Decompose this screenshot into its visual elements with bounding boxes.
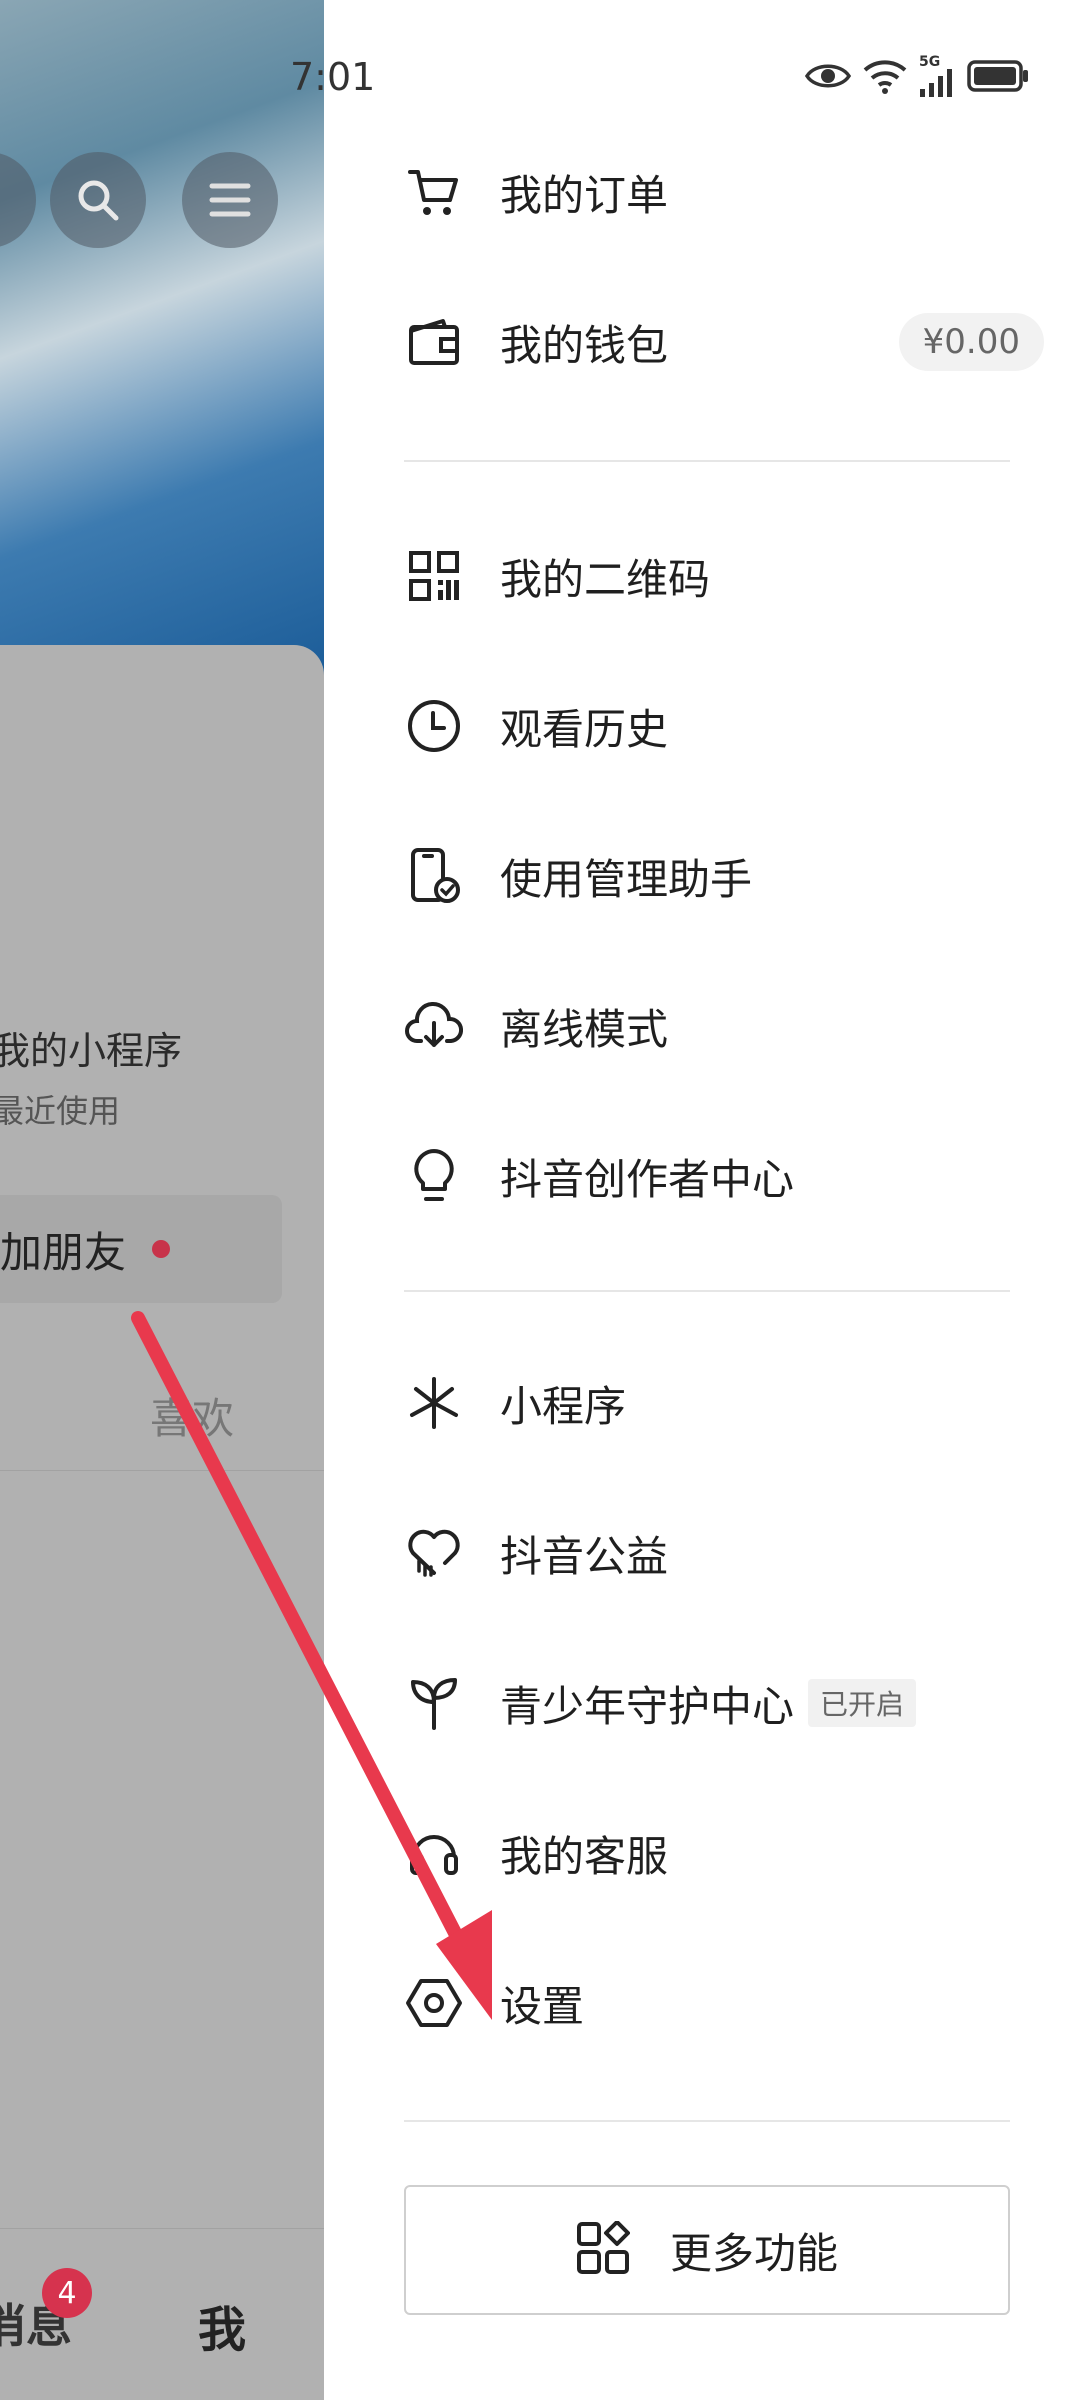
menu-item-youth-protection[interactable]: 青少年守护中心 已开启 [404, 1653, 1054, 1753]
headset-icon [404, 1823, 464, 1883]
qr-code-icon [404, 546, 464, 606]
section-divider [404, 2120, 1010, 2122]
status-icons: 5G [805, 55, 1029, 97]
add-friend-button[interactable]: 加朋友 [0, 1195, 282, 1303]
settings-hex-icon [404, 1973, 464, 2033]
menu-item-creator-center[interactable]: 抖音创作者中心 [404, 1126, 1054, 1226]
menu-button[interactable] [182, 152, 278, 248]
sprout-icon [404, 1673, 464, 1733]
menu-item-wallet[interactable]: 我的钱包 ¥0.00 [404, 292, 1054, 392]
tab-divider [0, 1470, 324, 1471]
menu-item-offline-mode[interactable]: 离线模式 [404, 976, 1054, 1076]
clock-icon [404, 696, 464, 756]
messages-badge: 4 [42, 2268, 92, 2318]
profile-background: 我的小程序 最近使用 加朋友 喜欢 消息 4 我 [0, 0, 324, 2400]
youth-mode-status-badge: 已开启 [808, 1679, 917, 1727]
mini-program-title[interactable]: 我的小程序 [0, 1020, 182, 1075]
signal-icon [920, 69, 952, 97]
menu-item-qr-code[interactable]: 我的二维码 [404, 526, 1054, 626]
eye-icon [805, 64, 851, 88]
grid-apps-icon [576, 2220, 630, 2279]
menu-icon [209, 183, 251, 217]
more-features-button[interactable]: 更多功能 [404, 2185, 1010, 2315]
notification-dot [152, 1240, 171, 1258]
heart-icon [404, 1523, 464, 1583]
menu-item-label: 抖音公益 [500, 1531, 669, 1581]
section-divider [404, 460, 1010, 462]
wallet-balance-badge: ¥0.00 [898, 313, 1044, 371]
cellular-signal: 5G [919, 55, 955, 97]
wallet-icon [404, 312, 464, 372]
status-time: 7:01 [290, 55, 376, 99]
menu-item-label: 小程序 [500, 1381, 627, 1431]
menu-item-charity[interactable]: 抖音公益 [404, 1503, 1054, 1603]
menu-item-label: 我的客服 [500, 1831, 669, 1881]
lightbulb-icon [404, 1146, 464, 1206]
network-type: 5G [919, 54, 941, 70]
more-features-label: 更多功能 [669, 2228, 838, 2278]
profile-banner [0, 0, 324, 680]
menu-item-label: 抖音创作者中心 [500, 1154, 795, 1204]
menu-item-mini-programs[interactable]: 小程序 [404, 1353, 1054, 1453]
menu-item-watch-history[interactable]: 观看历史 [404, 676, 1054, 776]
menu-item-orders[interactable]: 我的订单 [404, 142, 1054, 242]
menu-item-label: 观看历史 [500, 704, 669, 754]
bottom-nav-divider [0, 2228, 324, 2229]
cart-icon [404, 162, 464, 222]
phone-check-icon [404, 846, 464, 906]
add-friend-label: 加朋友 [0, 1227, 127, 1277]
menu-item-label: 青少年守护中心 [500, 1681, 795, 1731]
search-icon [78, 180, 119, 221]
menu-item-label: 我的二维码 [500, 554, 711, 604]
menu-item-customer-service[interactable]: 我的客服 [404, 1803, 1054, 1903]
cloud-download-icon [404, 996, 464, 1056]
search-button[interactable] [50, 152, 146, 248]
battery-icon [967, 60, 1028, 92]
side-drawer: 我的订单 我的钱包 ¥0.00 我的二维码 观看历史 使用管理助手 离线模式 抖… [324, 0, 1080, 2400]
menu-item-label: 我的订单 [500, 170, 669, 220]
mini-program-icon [404, 1373, 464, 1433]
tab-likes[interactable]: 喜欢 [150, 1385, 234, 1446]
menu-item-settings[interactable]: 设置 [404, 1953, 1054, 2053]
nav-me[interactable]: 我 [198, 2290, 246, 2360]
menu-item-label: 使用管理助手 [500, 854, 753, 904]
profile-card [0, 645, 324, 2400]
wifi-icon [863, 60, 907, 94]
section-divider [404, 1290, 1010, 1292]
menu-item-label: 设置 [500, 1981, 585, 2031]
menu-item-label: 离线模式 [500, 1004, 669, 1054]
mini-program-subtitle: 最近使用 [0, 1092, 121, 1130]
menu-item-label: 我的钱包 [500, 320, 669, 370]
menu-item-usage-manager[interactable]: 使用管理助手 [404, 826, 1054, 926]
